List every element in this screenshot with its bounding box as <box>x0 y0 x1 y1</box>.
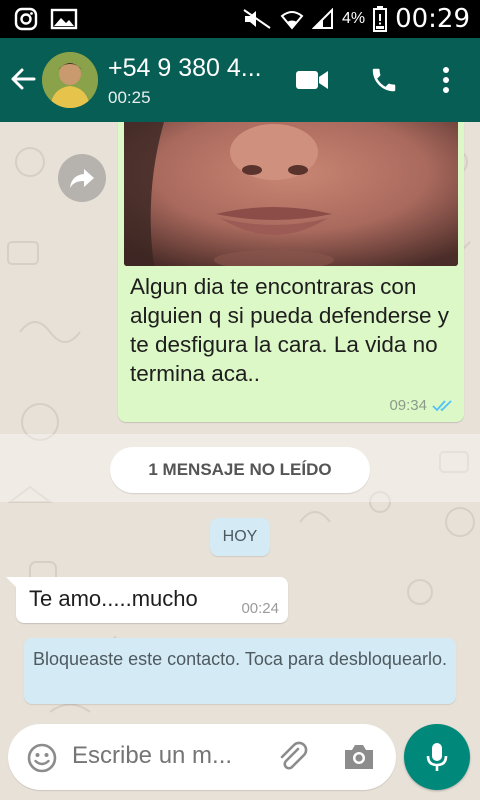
phone-icon <box>372 68 396 92</box>
unread-messages-badge: 1 MENSAJE NO LEÍDO <box>110 447 370 493</box>
emoji-icon[interactable] <box>26 742 58 774</box>
double-check-icon <box>432 399 452 411</box>
outgoing-message-meta: 09:34 <box>389 397 456 414</box>
date-separator: HOY <box>210 518 270 556</box>
incoming-message-time: 00:24 <box>241 600 279 617</box>
incoming-message-text: Te amo.....mucho <box>29 586 198 611</box>
contact-name[interactable]: +54 9 380 4... <box>108 54 278 83</box>
chat-header: +54 9 380 4... 00:25 <box>0 38 480 122</box>
mute-icon <box>243 9 271 29</box>
incoming-message[interactable]: Te amo.....mucho 00:24 <box>6 577 288 623</box>
video-camera-icon <box>296 71 328 89</box>
message-input[interactable] <box>72 742 257 770</box>
outgoing-message[interactable]: Algun dia te encontraras con alguien q s… <box>118 122 464 422</box>
battery-percent: 4% <box>341 10 366 27</box>
back-arrow-icon[interactable] <box>8 64 38 94</box>
more-vertical-icon <box>443 67 449 93</box>
voice-call-button[interactable] <box>364 60 404 100</box>
blocked-contact-notice[interactable]: Bloqueaste este contacto. Toca para desb… <box>24 638 456 704</box>
message-photo[interactable] <box>124 122 458 266</box>
gallery-icon <box>50 8 78 30</box>
video-call-button[interactable] <box>292 60 332 100</box>
microphone-icon <box>426 743 448 771</box>
clock: 00:29 <box>395 4 470 34</box>
outgoing-message-text: Algun dia te encontraras con alguien q s… <box>130 274 449 386</box>
battery-icon <box>373 6 388 32</box>
voice-message-button[interactable] <box>404 724 470 790</box>
camera-icon[interactable] <box>342 742 376 772</box>
forward-arrow-icon <box>70 169 94 188</box>
wifi-icon <box>280 11 304 30</box>
signal-icon <box>311 8 333 29</box>
status-bar: 4% 00:29 <box>0 0 480 38</box>
menu-button[interactable] <box>426 60 466 100</box>
forward-button[interactable] <box>58 154 106 202</box>
attach-icon[interactable] <box>276 740 310 774</box>
instagram-icon <box>14 7 38 31</box>
contact-status: 00:25 <box>108 88 151 107</box>
chat-area[interactable]: Algun dia te encontraras con alguien q s… <box>0 122 480 722</box>
contact-avatar[interactable] <box>42 52 98 108</box>
message-input-box <box>8 724 396 790</box>
outgoing-message-time: 09:34 <box>389 397 427 414</box>
